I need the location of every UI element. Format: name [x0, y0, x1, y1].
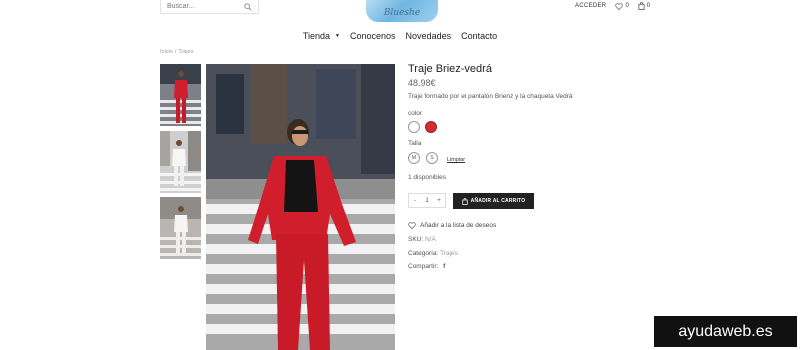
wishlist-label: Añadir a la lista de deseos	[420, 222, 497, 229]
category-label: Categoría:	[408, 250, 439, 257]
qty-minus-button[interactable]: -	[409, 198, 421, 204]
clear-selection-link[interactable]: Limpiar	[447, 157, 465, 163]
bag-icon	[462, 197, 468, 205]
product-thumbnail-1[interactable]	[160, 64, 201, 126]
breadcrumb-home[interactable]: Inicio	[160, 49, 173, 55]
share-row: Compartir: f	[408, 263, 445, 270]
add-to-wishlist-link[interactable]: Añadir a la lista de deseos	[408, 222, 496, 229]
wishlist-link[interactable]: 0	[615, 2, 629, 10]
facebook-icon[interactable]: f	[443, 263, 445, 270]
sku-value: N/A	[424, 236, 436, 243]
size-option-s[interactable]: S	[426, 152, 438, 164]
breadcrumb-current: Trajes	[178, 49, 194, 55]
cart-link[interactable]: 0	[638, 2, 650, 10]
account-link[interactable]: ACCEDER	[575, 3, 606, 9]
add-to-cart-label: AÑADIR AL CARRITO	[470, 198, 526, 204]
nav-item-contacto[interactable]: Contacto	[461, 31, 497, 41]
site-logo[interactable]: Blueshe	[366, 0, 438, 22]
product-thumbnail-3[interactable]	[160, 197, 201, 259]
color-swatch-white[interactable]	[408, 121, 420, 133]
breadcrumb: Inicio / Trajes	[160, 49, 193, 55]
search-icon[interactable]	[243, 2, 253, 12]
category-row: Categoría: Trajes	[408, 250, 458, 257]
nav-item-novedades[interactable]: Novedades	[406, 31, 452, 41]
bag-icon	[638, 2, 645, 10]
size-label: Talla	[408, 140, 422, 147]
qty-input[interactable]: 1	[421, 198, 433, 204]
quantity-stepper: - 1 +	[408, 193, 446, 208]
watermark: ayudaweb.es	[654, 316, 797, 347]
stock-availability: 1 disponibles	[408, 174, 446, 181]
search-input[interactable]	[161, 3, 243, 10]
search-bar[interactable]	[160, 0, 259, 14]
add-to-cart-button[interactable]: AÑADIR AL CARRITO	[453, 193, 534, 209]
sku-row: SKU: N/A	[408, 236, 436, 243]
product-thumbnail-2[interactable]	[160, 131, 201, 193]
size-option-m[interactable]: M	[408, 152, 420, 164]
color-swatch-red[interactable]	[425, 121, 437, 133]
product-description: Traje formado por el pantalón Brienz y l…	[408, 93, 573, 100]
main-nav: Tienda ▼ Conocenos Novedades Contacto	[0, 31, 800, 41]
logo-text: Blueshe	[383, 8, 421, 18]
product-title: Traje Briez-vedrá	[408, 63, 492, 75]
nav-item-conocenos[interactable]: Conocenos	[350, 31, 396, 41]
cart-count: 0	[646, 3, 651, 9]
product-main-image[interactable]	[206, 64, 395, 350]
heart-icon	[408, 222, 416, 229]
sku-label: SKU:	[408, 236, 424, 243]
breadcrumb-separator: /	[174, 49, 177, 55]
header-actions: ACCEDER 0 0	[575, 2, 659, 10]
product-price: 48.98€	[408, 78, 436, 88]
category-link[interactable]: Trajes	[440, 250, 458, 257]
share-label: Compartir:	[408, 263, 439, 270]
caret-down-icon: ▼	[335, 33, 340, 39]
heart-icon	[615, 2, 624, 10]
wishlist-count: 0	[625, 3, 629, 9]
nav-item-tienda[interactable]: Tienda ▼	[303, 31, 340, 41]
qty-plus-button[interactable]: +	[433, 198, 445, 204]
color-label: color	[408, 110, 423, 117]
